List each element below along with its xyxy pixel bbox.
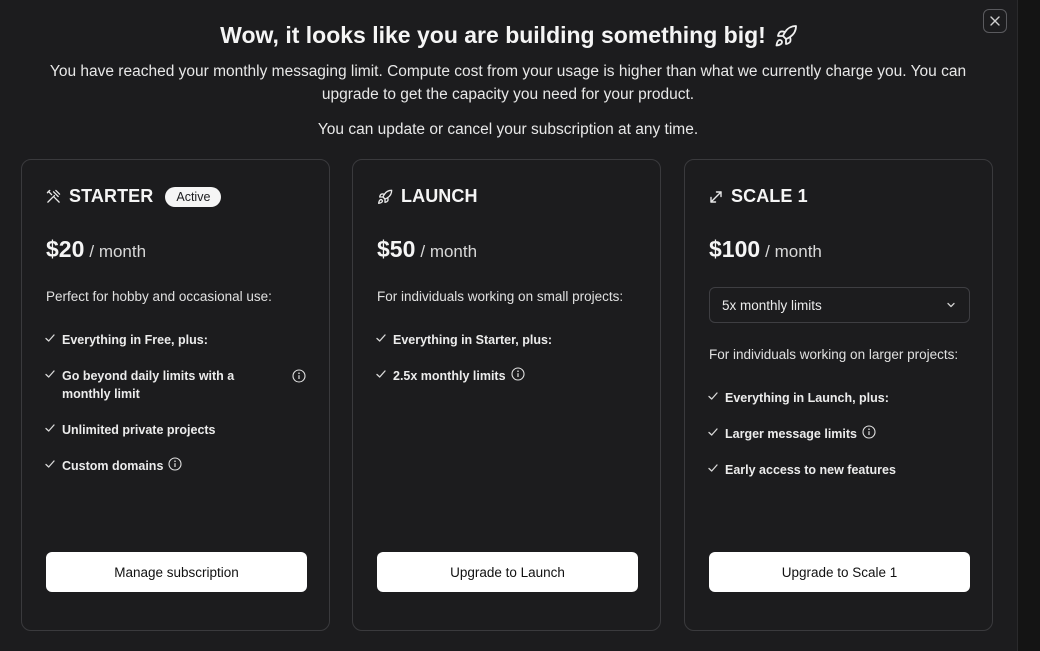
info-icon[interactable] xyxy=(292,369,306,383)
plan-description: For individuals working on small project… xyxy=(377,289,624,304)
check-icon xyxy=(708,464,718,472)
feature-text: Everything in Free, plus: xyxy=(62,333,208,347)
chevron-down-icon xyxy=(947,302,955,308)
feature-item: Everything in Starter, plus: xyxy=(373,331,643,349)
upgrade-to-scale-button[interactable]: Upgrade to Scale 1 xyxy=(709,552,970,592)
feature-text: Custom domains xyxy=(62,459,164,473)
feature-text: Go beyond daily limits with a monthly li… xyxy=(62,369,235,401)
plan-header: LAUNCH xyxy=(377,186,478,207)
feature-text: 2.5x monthly limits xyxy=(393,369,506,383)
feature-item: Larger message limits xyxy=(705,425,975,443)
check-icon xyxy=(708,428,718,436)
price-period: / month xyxy=(89,242,147,261)
price-period: / month xyxy=(420,242,478,261)
info-icon[interactable] xyxy=(862,425,876,439)
plan-header: SCALE 1 xyxy=(709,186,808,207)
plan-name: STARTER xyxy=(69,186,154,206)
check-icon xyxy=(708,392,718,400)
plan-price: $20 / month xyxy=(46,236,146,263)
feature-text: Unlimited private projects xyxy=(62,423,216,437)
feature-item: Early access to new features xyxy=(705,461,975,479)
price-amount: $50 xyxy=(377,236,416,262)
limit-select[interactable]: 5x monthly limits xyxy=(709,287,970,323)
feature-list: Everything in Free, plus: Go beyond dail… xyxy=(42,331,312,493)
price-amount: $20 xyxy=(46,236,85,262)
check-icon xyxy=(45,334,55,342)
feature-item: Custom domains xyxy=(42,457,312,475)
plan-description: Perfect for hobby and occasional use: xyxy=(46,289,272,304)
plan-name: LAUNCH xyxy=(401,186,478,206)
modal-title-text: Wow, it looks like you are building some… xyxy=(220,22,766,48)
expand-arrows-icon xyxy=(710,190,722,203)
tools-icon xyxy=(46,189,61,203)
limit-message: You have reached your monthly messaging … xyxy=(49,63,967,103)
price-period: / month xyxy=(765,242,822,261)
plan-card-launch: LAUNCH $50 / month For individuals worki… xyxy=(352,159,661,631)
plan-price: $100 / month xyxy=(709,236,822,263)
feature-item: Go beyond daily limits with a monthly li… xyxy=(42,367,312,403)
feature-text: Everything in Launch, plus: xyxy=(725,391,889,405)
upgrade-modal: Wow, it looks like you are building some… xyxy=(0,0,1018,651)
check-icon xyxy=(376,370,386,378)
feature-item: Everything in Launch, plus: xyxy=(705,389,975,407)
modal-title: Wow, it looks like you are building some… xyxy=(0,22,1018,49)
check-icon xyxy=(376,334,386,342)
plan-card-scale: SCALE 1 $100 / month 5x monthly limits F… xyxy=(684,159,993,631)
subscription-note: You can update or cancel your subscripti… xyxy=(317,121,699,138)
plan-name: SCALE 1 xyxy=(731,186,808,206)
feature-list: Everything in Launch, plus: Larger messa… xyxy=(705,389,975,497)
feature-item: Everything in Free, plus: xyxy=(42,331,312,349)
feature-item: 2.5x monthly limits xyxy=(373,367,643,385)
limit-select-value: 5x monthly limits xyxy=(722,297,822,313)
feature-text: Early access to new features xyxy=(725,463,896,477)
rocket-icon xyxy=(775,24,797,46)
info-icon[interactable] xyxy=(168,457,182,471)
check-icon xyxy=(45,370,55,378)
upgrade-to-launch-button[interactable]: Upgrade to Launch xyxy=(377,552,638,592)
feature-list: Everything in Starter, plus: 2.5x monthl… xyxy=(373,331,643,403)
plan-description: For individuals working on larger projec… xyxy=(709,347,959,362)
price-amount: $100 xyxy=(709,236,761,262)
background-panel xyxy=(1017,0,1040,651)
plan-price: $50 / month xyxy=(377,236,477,263)
check-icon xyxy=(45,460,55,468)
info-icon[interactable] xyxy=(510,367,525,381)
check-icon xyxy=(45,424,55,432)
feature-text: Everything in Starter, plus: xyxy=(393,333,553,347)
manage-subscription-button[interactable]: Manage subscription xyxy=(46,552,307,592)
feature-item: Unlimited private projects xyxy=(42,421,312,439)
plan-header: STARTER Active xyxy=(46,186,222,207)
active-badge: Active xyxy=(165,186,222,207)
feature-text: Larger message limits xyxy=(725,427,858,441)
rocket-icon xyxy=(378,189,393,204)
plan-card-starter: STARTER Active $20 / month Perfect for h… xyxy=(21,159,330,631)
